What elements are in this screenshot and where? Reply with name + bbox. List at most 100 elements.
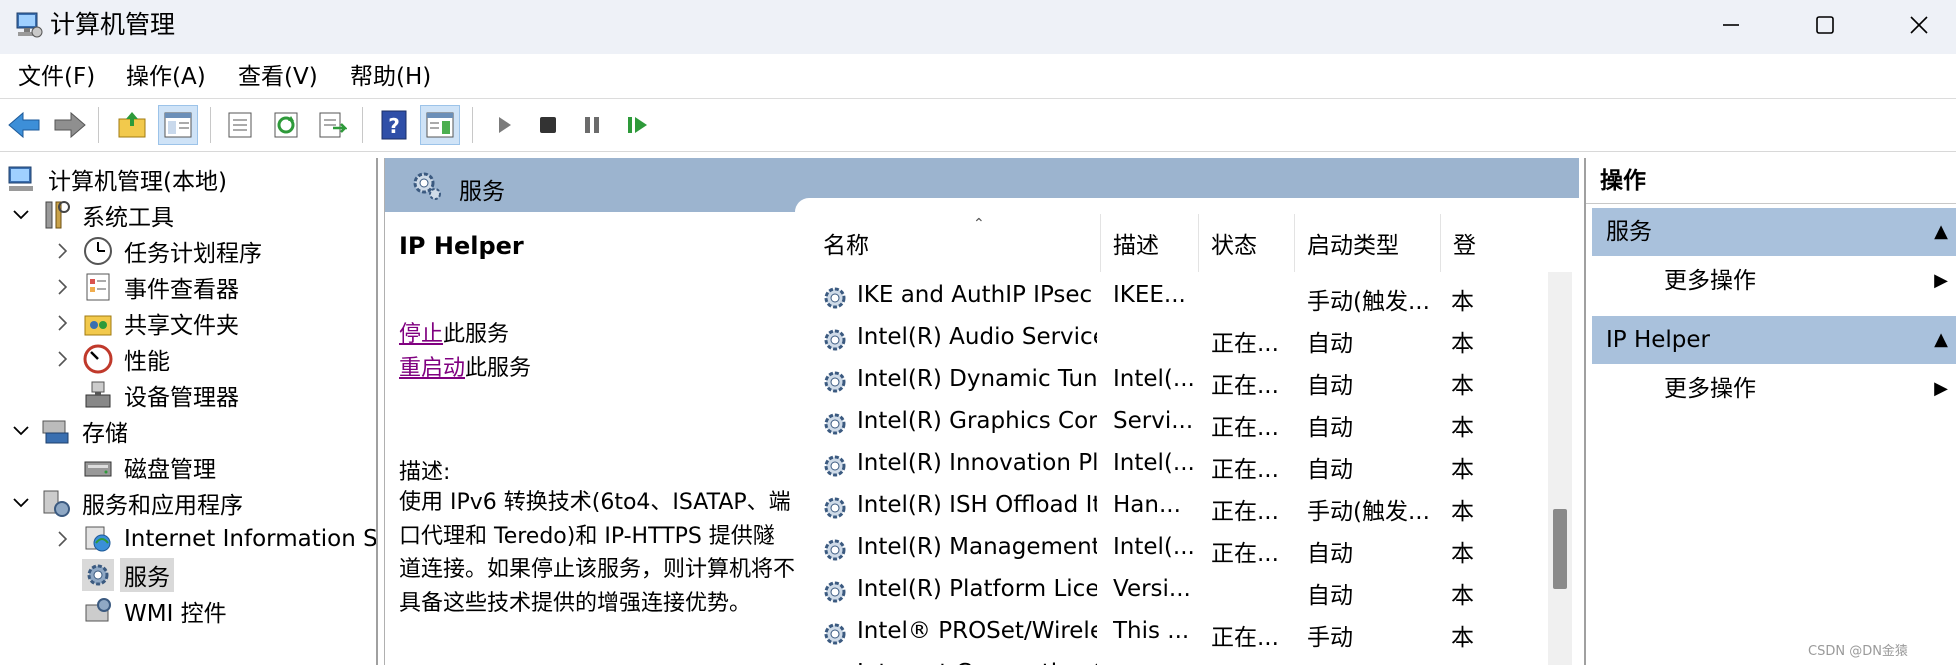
chevron-right-icon[interactable] [52, 240, 74, 262]
actions-title: 操作 [1586, 158, 1956, 204]
chevron-right-icon[interactable] [52, 348, 74, 370]
table-row[interactable]: Intel(R) Management Engi... Intel(... 正在..… [811, 528, 1579, 570]
cell-desc: Han... [1113, 492, 1181, 518]
start-service-button[interactable] [484, 105, 524, 145]
chevron-down-icon[interactable] [10, 204, 32, 226]
gear-icon [824, 371, 846, 393]
gear-icon [413, 172, 441, 200]
table-row[interactable]: Intel(R) Innovation Platfor... Intel(... 正… [811, 444, 1579, 486]
menu-view[interactable]: 查看(V) [238, 62, 318, 92]
performance-icon [83, 344, 113, 374]
back-button[interactable] [4, 105, 44, 145]
properties-icon [228, 112, 252, 138]
table-row[interactable]: Intel(R) Platform License M... Versi... 自动… [811, 570, 1579, 612]
restart-service-button[interactable] [618, 105, 658, 145]
more-actions-services[interactable]: 更多操作 ▶ [1592, 258, 1956, 304]
properties-button[interactable] [220, 105, 260, 145]
menu-help[interactable]: 帮助(H) [350, 62, 431, 92]
table-row[interactable]: Internet Connection Sharin... 为家... 正在... 手… [811, 654, 1579, 665]
chevron-down-icon[interactable] [10, 420, 32, 442]
refresh-button[interactable] [266, 105, 306, 145]
gear-icon [82, 559, 114, 591]
maximize-button[interactable] [1780, 2, 1870, 48]
column-header-name[interactable]: ⌃ 名称 [811, 214, 1101, 272]
more-actions-ip-helper[interactable]: 更多操作 ▶ [1592, 366, 1956, 412]
forward-button[interactable] [50, 105, 90, 145]
tree-item-shared-folders[interactable]: 共享文件夹 [52, 306, 243, 340]
table-row[interactable]: IKE and AuthIP IPsec Keyin... IKEE... 手动(触… [811, 276, 1579, 318]
cell-name: Intel(R) Platform License M... [857, 576, 1097, 602]
show-hide-action-pane-button[interactable] [420, 105, 460, 145]
device-manager-icon [85, 381, 111, 408]
folder-up-icon [118, 112, 146, 138]
tree-item-root[interactable]: 计算机管理(本地) [6, 162, 231, 196]
iis-icon [85, 526, 111, 552]
chevron-right-icon[interactable] [52, 312, 74, 334]
tree-item-iis[interactable]: Internet Information Se [52, 522, 376, 556]
tree-item-system-tools[interactable]: 系统工具 [10, 198, 178, 232]
stop-service-link[interactable]: 停止 [399, 322, 443, 347]
menu-action[interactable]: 操作(A) [126, 62, 206, 92]
cell-startup: 自动 [1307, 331, 1353, 357]
export-list-button[interactable] [312, 105, 352, 145]
tree-item-task-scheduler[interactable]: 任务计划程序 [52, 234, 266, 268]
tree-item-disk-management[interactable]: 磁盘管理 [52, 450, 220, 484]
extended-view-panel: IP Helper 停止此服务 重启动此服务 描述: 使用 IPv6 转换技术(… [385, 214, 795, 665]
menu-file[interactable]: 文件(F) [18, 62, 95, 92]
table-row[interactable]: Intel(R) Dynamic Tuning T... Intel(... 正在.… [811, 360, 1579, 402]
chevron-right-icon[interactable] [52, 276, 74, 298]
title-bar: 计算机管理 [0, 0, 1956, 54]
services-apps-icon [43, 490, 70, 517]
cell-status: 正在... [1211, 660, 1291, 665]
chevron-right-icon[interactable] [52, 528, 74, 550]
services-pane-header: 服务 [385, 158, 1579, 214]
tree-item-services-apps[interactable]: 服务和应用程序 [10, 486, 247, 520]
tree-item-device-manager[interactable]: 设备管理器 [52, 378, 243, 412]
table-row[interactable]: Intel(R) Audio Service 正在... 自动 本 [811, 318, 1579, 360]
scrollbar-thumb[interactable] [1553, 509, 1567, 589]
cell-desc: Intel(... [1113, 534, 1195, 560]
show-hide-console-tree-button[interactable] [158, 105, 198, 145]
close-button[interactable] [1874, 2, 1956, 48]
cell-startup: 自动 [1307, 583, 1353, 609]
column-header-description[interactable]: 描述 [1101, 214, 1199, 272]
table-row[interactable]: Intel® PROSet/Wireless S... This ... 正在...… [811, 612, 1579, 654]
chevron-down-icon[interactable] [10, 492, 32, 514]
tree-item-wmi[interactable]: WMI 控件 [52, 594, 231, 628]
tree-item-event-viewer[interactable]: 事件查看器 [52, 270, 243, 304]
action-pane-icon [426, 112, 454, 138]
cell-logon: 本 [1451, 583, 1474, 609]
cell-status: 正在... [1211, 499, 1279, 525]
cell-name: Intel(R) Management Engi... [857, 534, 1097, 560]
storage-icon [42, 420, 69, 444]
tree-item-performance[interactable]: 性能 [52, 342, 174, 376]
table-row[interactable]: Intel(R) Graphics Comman... Servi... 正在...… [811, 402, 1579, 444]
services-list-scrollbar[interactable] [1548, 272, 1572, 665]
actions-section-ip-helper[interactable]: IP Helper ▲ [1592, 316, 1956, 364]
cell-logon: 本 [1451, 660, 1491, 665]
pause-icon [585, 117, 599, 133]
help-button[interactable]: ? [374, 105, 414, 145]
column-header-status[interactable]: 状态 [1199, 214, 1295, 272]
menu-bar: 文件(F) 操作(A) 查看(V) 帮助(H) [0, 54, 1956, 99]
table-row[interactable]: Intel(R) ISH Offload Item S... Han... 正在..… [811, 486, 1579, 528]
column-header-logon[interactable]: 登 [1441, 214, 1579, 272]
pause-service-button[interactable] [572, 105, 612, 145]
back-arrow-icon [8, 111, 40, 139]
cell-status: 正在... [1211, 457, 1279, 483]
tree-item-storage[interactable]: 存储 [10, 414, 132, 448]
stop-service-button[interactable] [528, 105, 568, 145]
refresh-icon [274, 112, 298, 138]
column-header-startup-type[interactable]: 启动类型 [1295, 214, 1441, 272]
maximize-icon [1816, 16, 1834, 34]
restart-service-link[interactable]: 重启动 [399, 356, 465, 381]
minimize-button[interactable] [1686, 2, 1776, 48]
cell-name: Intel(R) Audio Service [857, 324, 1097, 350]
actions-section-services[interactable]: 服务 ▲ [1592, 208, 1956, 256]
cell-desc: Versi... [1113, 576, 1191, 602]
console-tree-icon [164, 112, 192, 138]
cell-startup: 手动(触发... [1307, 499, 1430, 525]
up-level-button[interactable] [112, 105, 152, 145]
cell-status: 正在... [1211, 415, 1279, 441]
tree-item-services[interactable]: 服务 [52, 558, 174, 592]
